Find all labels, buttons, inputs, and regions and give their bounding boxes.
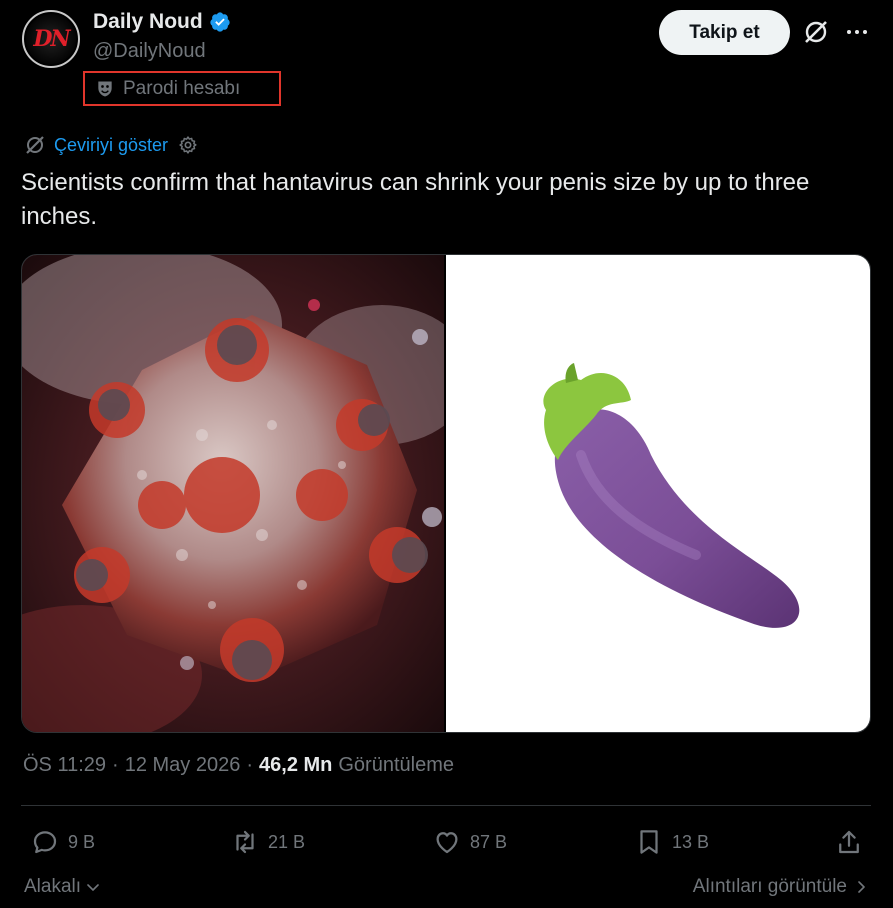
view-quotes-label[interactable]: Alıntıları görüntüle [693, 876, 847, 898]
verified-badge-icon[interactable] [209, 11, 231, 33]
repost-button[interactable]: 21 B [230, 820, 305, 864]
virus-illustration [22, 255, 445, 732]
gear-icon[interactable] [178, 135, 198, 155]
reply-icon [33, 831, 57, 854]
handle[interactable]: @DailyNoud [93, 40, 206, 63]
tweet-text: Scientists confirm that hantavirus can s… [21, 169, 810, 230]
meta-separator-2: · [246, 754, 254, 776]
related-label[interactable]: Alakalı [24, 876, 81, 898]
bookmark-button[interactable]: 13 B [634, 820, 709, 864]
views-label[interactable]: Görüntüleme [338, 754, 454, 777]
divider [21, 805, 871, 806]
chevron-down-icon [87, 884, 99, 891]
repost-count: 21 B [268, 831, 306, 852]
tweet-media[interactable] [21, 254, 871, 733]
name-row: Daily Noud [93, 10, 231, 34]
display-name[interactable]: Daily Noud [93, 10, 203, 34]
share-icon [839, 830, 859, 854]
avatar-initials: DN [33, 26, 70, 52]
avatar[interactable]: DN [22, 10, 80, 68]
reply-button[interactable]: 9 B [30, 820, 95, 864]
tweet-time[interactable]: ÖS 11:29 [23, 754, 106, 777]
view-quotes-link[interactable]: Alıntıları görüntüle [693, 876, 869, 898]
avatar-logo: DN [26, 14, 76, 64]
views-count[interactable]: 46,2 Mn [259, 754, 332, 777]
like-button[interactable]: 87 B [432, 820, 507, 864]
tweet-date[interactable]: 12 May 2026 [125, 754, 241, 777]
parody-label: Parodi hesabı [83, 71, 281, 106]
parody-text: Parodi hesabı [123, 77, 241, 99]
repost-icon [236, 830, 254, 854]
follow-button[interactable]: Takip et [659, 10, 790, 55]
tweet-meta: ÖS 11:29 · 12 May 2026 · 46,2 Mn Görüntü… [23, 754, 454, 777]
more-dots-icon[interactable] [845, 20, 869, 44]
chevron-right-icon [858, 881, 865, 893]
show-translation-link[interactable]: Çeviriyi göster [24, 134, 198, 156]
bookmark-count: 13 B [672, 831, 710, 852]
share-button[interactable] [834, 820, 864, 864]
bookmark-icon [640, 830, 658, 854]
heart-icon [436, 832, 458, 854]
eggplant-emoji [543, 363, 800, 628]
related-dropdown[interactable]: Alakalı [24, 876, 101, 898]
meta-separator: · [112, 754, 119, 776]
translate-icon [26, 136, 44, 154]
like-count: 87 B [470, 831, 508, 852]
grok-icon[interactable] [802, 18, 830, 46]
eggplant-image[interactable] [446, 255, 870, 732]
theater-mask-icon [98, 81, 112, 96]
reply-count: 9 B [68, 831, 96, 852]
action-bar: 9 B 21 B 87 B 13 B [0, 820, 893, 866]
tweet-footer: Alakalı Alıntıları görüntüle [0, 872, 893, 906]
tweet-header: DN Daily Noud @DailyNoud Parodi hesabı T… [0, 0, 893, 110]
virus-image[interactable] [22, 255, 445, 732]
show-translation-label[interactable]: Çeviriyi göster [54, 135, 168, 156]
